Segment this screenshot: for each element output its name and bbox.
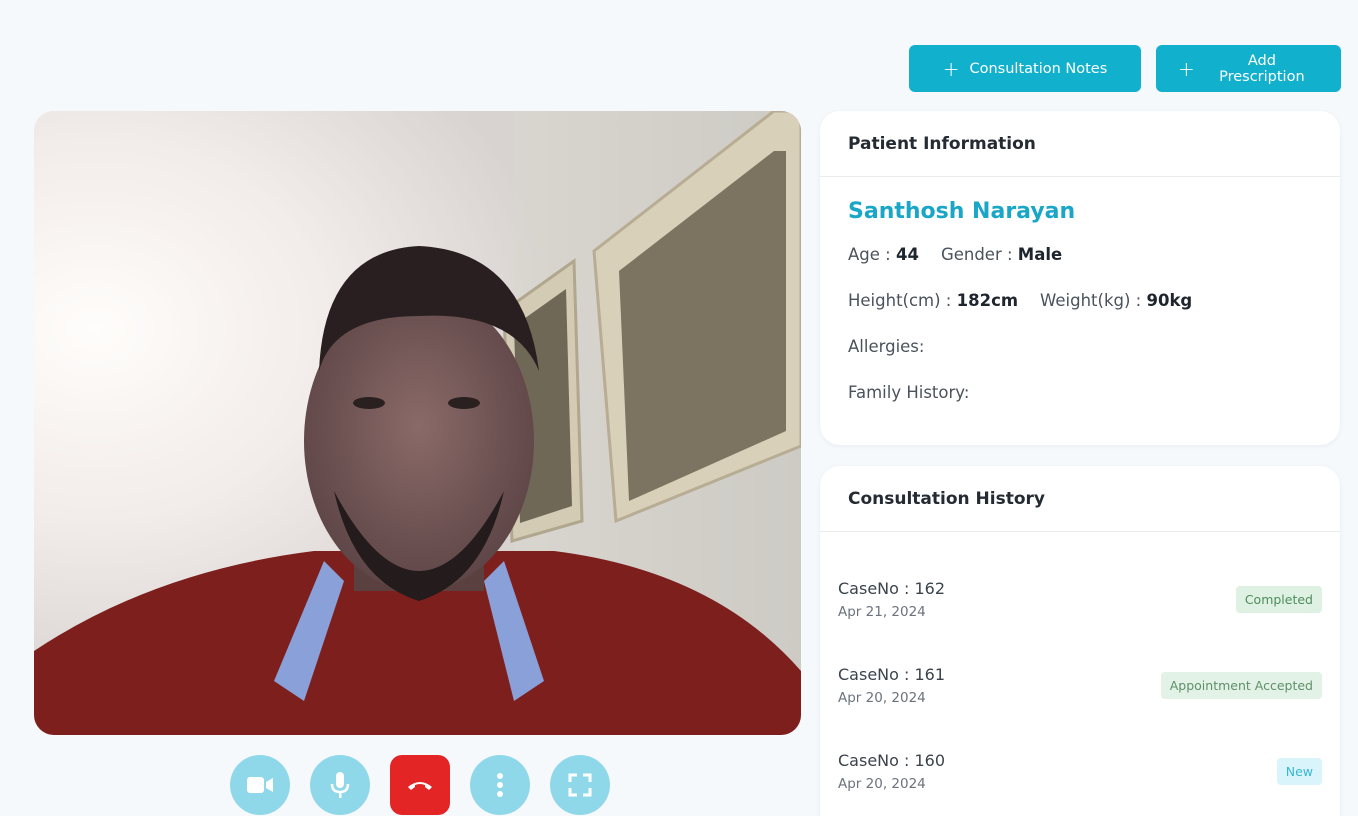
case-number: CaseNo : 161 [838,664,946,684]
fullscreen-button[interactable] [550,755,610,815]
top-actions: + Consultation Notes + Add Prescription [909,45,1341,92]
history-item[interactable]: CaseNo : 162 Apr 21, 2024 Completed [838,556,1322,642]
history-item[interactable]: CaseNo : 161 Apr 20, 2024 Appointment Ac… [838,642,1322,728]
add-prescription-button[interactable]: + Add Prescription [1156,45,1341,92]
patient-name: Santhosh Narayan [848,199,1076,224]
case-number: CaseNo : 162 [838,578,946,598]
video-feed-image [34,111,801,735]
allergies-label: Allergies: [848,336,925,356]
more-options-icon [497,773,503,797]
case-number: CaseNo : 160 [838,750,946,770]
microphone-toggle-button[interactable] [310,755,370,815]
end-call-icon [408,782,432,790]
age-gender-row: Age : 44 Gender : Male [848,242,1312,266]
family-history-label: Family History: [848,382,970,402]
plus-icon: + [942,56,960,81]
plus-icon: + [1178,56,1195,81]
height-value: 182cm [956,290,1019,310]
add-prescription-label: Add Prescription [1219,52,1305,85]
gender-label: Gender : [940,244,1013,264]
fullscreen-icon [568,773,592,797]
height-label: Height(cm) : [848,290,952,310]
consultation-notes-button[interactable]: + Consultation Notes [909,45,1141,92]
weight-value: 90kg [1146,290,1193,310]
consultation-history-list: CaseNo : 162 Apr 21, 2024 Completed Case… [820,532,1340,814]
gender-value: Male [1017,244,1063,264]
case-date: Apr 20, 2024 [838,689,926,706]
video-toggle-button[interactable] [230,755,290,815]
history-item[interactable]: CaseNo : 160 Apr 20, 2024 New [838,728,1322,814]
call-controls [230,755,610,815]
consultation-history-card: Consultation History CaseNo : 162 Apr 21… [820,466,1340,816]
more-options-button[interactable] [470,755,530,815]
status-badge: Completed [1235,585,1322,613]
patient-information-card: Patient Information Santhosh Narayan Age… [820,111,1340,445]
age-label: Age : [848,244,891,264]
consultation-notes-label: Consultation Notes [969,60,1108,77]
status-badge: Appointment Accepted [1160,671,1322,699]
age-value: 44 [895,244,919,264]
microphone-icon [330,772,350,798]
video-feed [34,111,801,735]
video-camera-icon [247,777,273,793]
case-date: Apr 21, 2024 [838,603,926,620]
end-call-button[interactable] [390,755,450,815]
status-badge: New [1276,757,1322,785]
consultation-history-heading: Consultation History [820,466,1340,532]
case-date: Apr 20, 2024 [838,775,926,792]
weight-label: Weight(kg) : [1040,290,1142,310]
height-weight-row: Height(cm) : 182cm Weight(kg) : 90kg [848,288,1312,312]
patient-information-heading: Patient Information [820,111,1340,177]
